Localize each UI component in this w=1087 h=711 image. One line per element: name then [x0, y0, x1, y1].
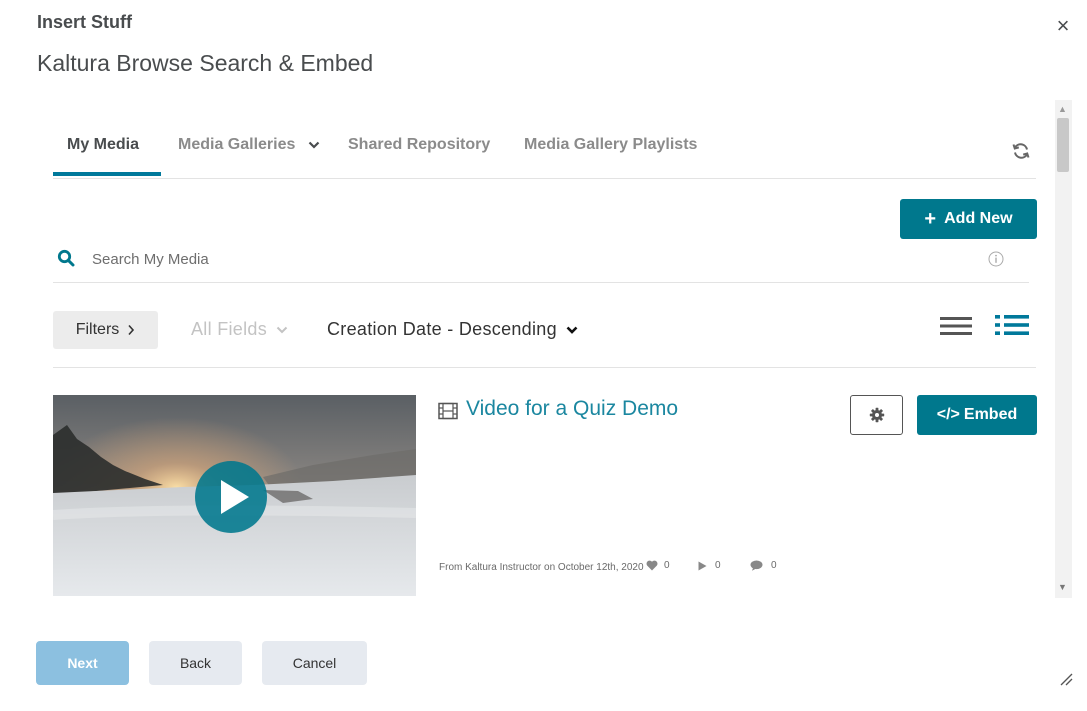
search-input[interactable]: [90, 247, 974, 271]
scroll-up-icon[interactable]: ▲: [1058, 104, 1067, 114]
plus-icon: +: [924, 208, 937, 230]
tab-label: Media Galleries: [178, 136, 296, 153]
add-new-button[interactable]: + Add New: [900, 199, 1037, 239]
entry-actions-button[interactable]: [850, 395, 903, 435]
close-button[interactable]: ×: [1051, 14, 1075, 38]
entry-title-link[interactable]: Video for a Quiz Demo: [466, 397, 678, 421]
resize-grip-icon[interactable]: [1057, 670, 1073, 686]
tab-media-gallery-playlists[interactable]: Media Gallery Playlists: [524, 136, 697, 154]
likes-count: 0: [664, 560, 670, 571]
cancel-button[interactable]: Cancel: [262, 641, 367, 685]
tab-shared-repository[interactable]: Shared Repository: [348, 136, 490, 154]
comment-icon: [750, 560, 763, 571]
plays-stat: 0: [698, 560, 721, 571]
detailed-view-icon[interactable]: [995, 313, 1029, 337]
active-tab-indicator: [53, 172, 161, 176]
sort-select[interactable]: Creation Date - Descending: [327, 319, 578, 340]
code-icon: </>: [936, 406, 960, 423]
likes-stat: 0: [646, 560, 670, 571]
search-divider: [53, 282, 1029, 283]
comments-stat: 0: [750, 560, 777, 571]
scrollbar-track[interactable]: [1055, 100, 1072, 598]
close-icon: ×: [1056, 13, 1070, 38]
dialog-title: Insert Stuff: [37, 12, 133, 32]
back-button[interactable]: Back: [149, 641, 242, 685]
all-fields-label: All Fields: [191, 319, 268, 339]
tabs-divider: [53, 178, 1036, 179]
dialog-subtitle: Kaltura Browse Search & Embed: [37, 50, 374, 76]
gear-icon: [869, 407, 884, 423]
scrollbar-thumb[interactable]: [1057, 118, 1069, 172]
video-type-icon: [438, 402, 458, 420]
tab-media-galleries[interactable]: Media Galleries: [178, 136, 320, 154]
play-button[interactable]: [195, 461, 267, 533]
plays-count: 0: [715, 560, 721, 571]
heart-icon: [646, 560, 658, 571]
comments-count: 0: [771, 560, 777, 571]
chevron-down-icon: [566, 326, 578, 335]
entry-meta: From Kaltura Instructor on October 12th,…: [439, 562, 644, 573]
refresh-icon[interactable]: [1011, 141, 1031, 161]
filters-button[interactable]: Filters: [53, 311, 158, 349]
filter-divider: [53, 367, 1036, 368]
scroll-down-icon[interactable]: ▼: [1058, 582, 1067, 592]
chevron-down-icon: [308, 141, 320, 149]
chevron-right-icon: [128, 324, 135, 336]
play-icon: [221, 480, 249, 514]
embed-button[interactable]: </> Embed: [917, 395, 1037, 435]
filters-label: Filters: [75, 321, 120, 338]
sort-label: Creation Date - Descending: [327, 319, 557, 339]
info-icon[interactable]: [988, 251, 1004, 267]
list-view-icon[interactable]: [940, 315, 972, 337]
add-new-label: Add New: [944, 210, 1013, 227]
tab-my-media[interactable]: My Media: [67, 136, 139, 154]
search-icon: [57, 249, 75, 267]
next-button[interactable]: Next: [36, 641, 129, 685]
chevron-down-icon: [277, 327, 288, 334]
embed-label: Embed: [963, 406, 1018, 423]
all-fields-select[interactable]: All Fields: [191, 319, 288, 340]
play-count-icon: [698, 561, 707, 570]
